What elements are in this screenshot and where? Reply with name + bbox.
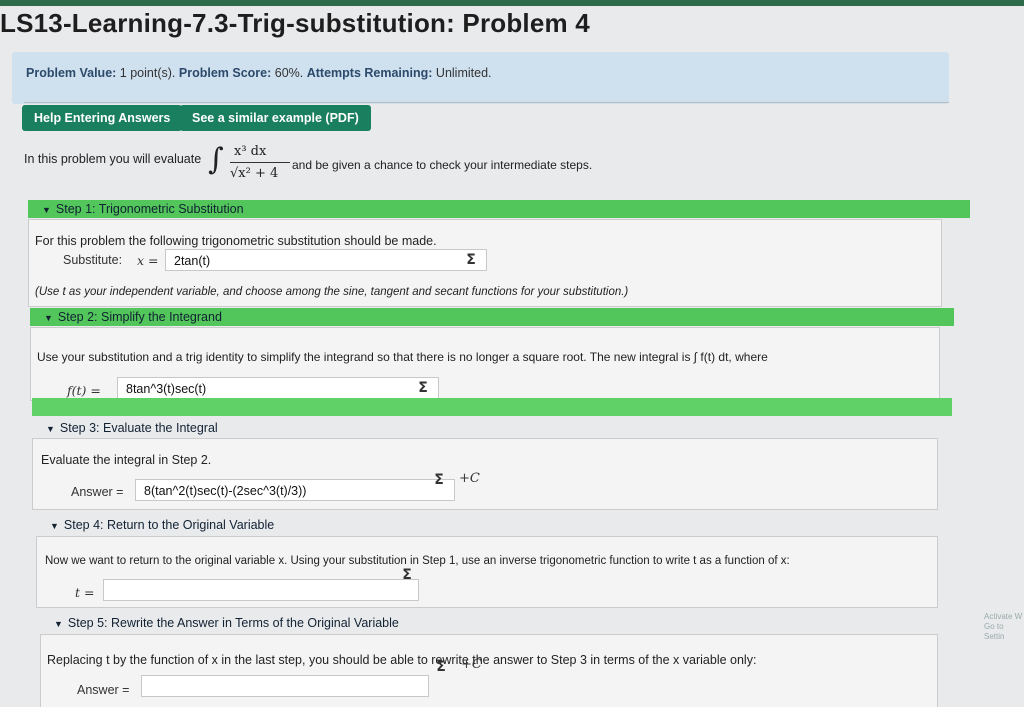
step5-header[interactable]: ▼ Step 5: Rewrite the Answer in Terms of … [40, 614, 654, 632]
step3-instruction: Evaluate the integral in Step 2. [41, 453, 212, 467]
step2-instruction: Use your substitution and a trig identit… [37, 350, 768, 364]
intro-suffix: and be given a chance to check your inte… [292, 158, 593, 172]
collapse-triangle-icon: ▼ [46, 424, 55, 434]
step3-body: Evaluate the integral in Step 2. Answer … [32, 438, 938, 510]
page-title: LS13-Learning-7.3-Trig-substitution: Pro… [0, 8, 590, 38]
f-t-label: f(t) = [67, 383, 101, 398]
integrand-input[interactable]: 8tan^3(t)sec(t) [117, 377, 439, 399]
problem-info-bar: Problem Value: 1 point(s). Problem Score… [12, 52, 949, 104]
problem-value: 1 point(s). [119, 66, 176, 80]
step5-answer-input[interactable] [141, 675, 429, 697]
t-label: t = [75, 585, 95, 600]
collapse-triangle-icon: ▼ [54, 619, 63, 629]
step3-header[interactable]: ▼ Step 3: Evaluate the Integral [32, 419, 646, 437]
step1-body: For this problem the following trigonome… [28, 219, 942, 307]
step1-header[interactable]: ▼ Step 1: Trigonometric Substitution [28, 200, 970, 218]
step3-answer-input[interactable]: 8(tan^2(t)sec(t)-(2sec^3(t)/3)) [135, 479, 455, 501]
substitute-label: Substitute: [63, 253, 123, 267]
step5-body: Replacing t by the function of x in the … [40, 634, 938, 707]
activate-watermark: Activate W Go to Settin [984, 612, 1023, 641]
collapse-triangle-icon: ▼ [50, 521, 59, 531]
substitution-input[interactable]: 2tan(t) [165, 249, 487, 271]
sigma-icon[interactable]: Σ [413, 378, 433, 398]
t-input[interactable] [103, 579, 419, 601]
step1-note: (Use t as your independent variable, and… [35, 286, 629, 298]
sigma-icon[interactable]: Σ [429, 470, 449, 490]
constant-c: +C [461, 657, 482, 672]
problem-info-text: Problem Value: 1 point(s). Problem Score… [26, 66, 492, 80]
intro-text: In this problem you will evaluate [24, 152, 202, 166]
step3-header-bar [32, 398, 952, 416]
attempts-label: Attempts Remaining: [306, 66, 433, 80]
integral-denominator: √x² + 4 [230, 166, 279, 181]
step2-title: Step 2: Simplify the Integrand [57, 310, 222, 324]
help-entering-answers-button[interactable]: Help Entering Answers [22, 105, 183, 131]
top-strip [0, 0, 1024, 6]
sigma-icon[interactable]: Σ [431, 657, 451, 677]
step4-instruction: Now we want to return to the original va… [45, 555, 790, 567]
step4-header[interactable]: ▼ Step 4: Return to the Original Variable [36, 516, 650, 534]
step4-title: Step 4: Return to the Original Variable [63, 518, 275, 532]
step3-title: Step 3: Evaluate the Integral [59, 421, 218, 435]
step4-body: Now we want to return to the original va… [36, 536, 938, 608]
sigma-icon[interactable]: Σ [461, 250, 481, 270]
step2-header[interactable]: ▼ Step 2: Simplify the Integrand [30, 308, 954, 326]
similar-example-button[interactable]: See a similar example (PDF) [180, 105, 371, 131]
step5-title: Step 5: Rewrite the Answer in Terms of t… [67, 616, 399, 630]
step3-answer-label: Answer = [71, 485, 124, 499]
substitute-var-label: x = [137, 253, 159, 268]
collapse-triangle-icon: ▼ [42, 205, 51, 215]
attempts-remaining: Unlimited. [435, 66, 492, 80]
sigma-icon[interactable]: Σ [397, 565, 417, 585]
step5-answer-label: Answer = [77, 683, 130, 697]
problem-value-label: Problem Value: [26, 66, 117, 80]
step5-instruction: Replacing t by the function of x in the … [47, 653, 757, 667]
step1-title: Step 1: Trigonometric Substitution [55, 202, 244, 216]
collapse-triangle-icon: ▼ [44, 313, 53, 323]
problem-score-label: Problem Score: [178, 66, 272, 80]
divider [24, 102, 949, 103]
step2-body: Use your substitution and a trig identit… [30, 327, 940, 401]
problem-score: 60%. [274, 66, 304, 80]
constant-c: +C [459, 471, 480, 486]
integral-numerator: x³ dx [234, 144, 267, 159]
step1-instruction: For this problem the following trigonome… [35, 234, 437, 248]
